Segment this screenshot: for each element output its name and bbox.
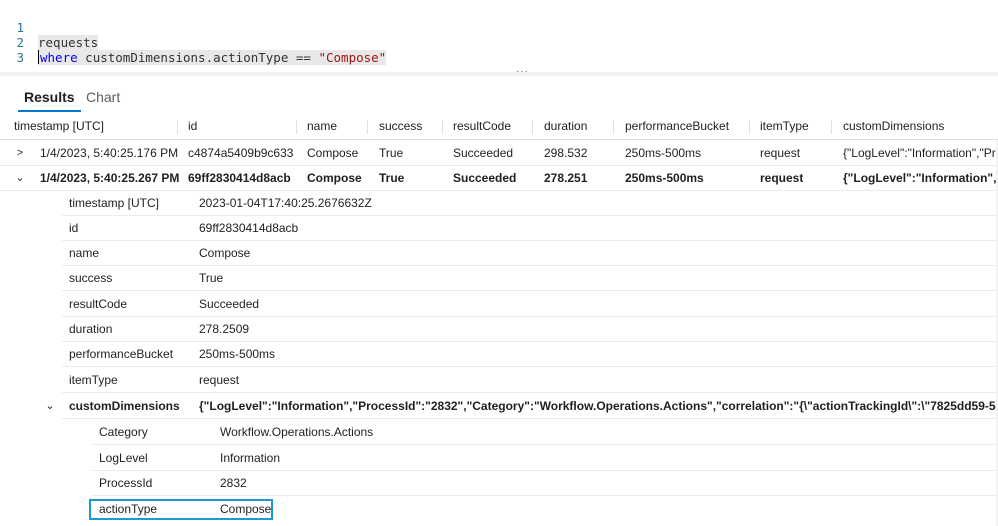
column-divider[interactable] xyxy=(613,120,614,134)
cell-performancebucket: 250ms-500ms xyxy=(625,171,704,185)
dimension-value: Information xyxy=(220,451,281,465)
row-divider xyxy=(62,290,998,291)
code-expression: customDimensions.actionType == xyxy=(77,50,319,65)
row-divider xyxy=(92,444,998,445)
column-header-duration[interactable]: duration xyxy=(544,112,587,140)
detail-key: performanceBucket xyxy=(69,347,174,361)
detail-value: 278.2509 xyxy=(199,322,250,336)
detail-row-id: id 69ff2830414d8acb xyxy=(0,216,998,241)
detail-value: 69ff2830414d8acb xyxy=(199,221,299,235)
detail-row-duration: duration 278.2509 xyxy=(0,317,998,342)
results-header: timestamp [UTC] id name success resultCo… xyxy=(0,112,998,140)
detail-key: id xyxy=(69,221,79,235)
custom-dimension-row-loglevel: LogLevel Information xyxy=(0,446,998,471)
cell-duration: 278.251 xyxy=(544,171,588,185)
chevron-down-icon[interactable]: ⌄ xyxy=(44,394,56,419)
cell-name: Compose xyxy=(307,146,359,160)
detail-row-customdimensions[interactable]: ⌄ customDimensions {"LogLevel":"Informat… xyxy=(0,394,998,419)
cell-customdimensions: {"LogLevel":"Information","ProcessId":"2… xyxy=(843,146,998,160)
detail-row-itemtype: itemType request xyxy=(0,368,998,393)
column-divider[interactable] xyxy=(177,120,178,134)
column-divider[interactable] xyxy=(442,120,443,134)
cell-timestamp: 1/4/2023, 5:40:25.267 PM xyxy=(40,171,180,185)
row-divider xyxy=(62,366,998,367)
code-line-3: 3 xyxy=(0,35,30,65)
cell-resultcode: Succeeded xyxy=(453,171,517,185)
detail-row-timestamp: timestamp [UTC] 2023-01-04T17:40:25.2676… xyxy=(0,191,998,216)
line-number: 3 xyxy=(16,50,24,65)
column-divider[interactable] xyxy=(367,120,368,134)
column-header-id[interactable]: id xyxy=(188,112,197,140)
detail-row-performancebucket: performanceBucket 250ms-500ms xyxy=(0,342,998,367)
detail-key: name xyxy=(69,246,100,260)
detail-value: Compose xyxy=(199,246,251,260)
column-header-name[interactable]: name xyxy=(307,112,337,140)
row-divider xyxy=(62,392,998,393)
dimension-value: 2832 xyxy=(220,476,247,490)
dimension-key: Category xyxy=(99,425,148,439)
column-divider[interactable] xyxy=(532,120,533,134)
table-row-expanded[interactable]: ⌄ 1/4/2023, 5:40:25.267 PM 69ff2830414d8… xyxy=(0,166,998,191)
pane-splitter[interactable] xyxy=(0,72,998,76)
detail-row-name: name Compose xyxy=(0,241,998,266)
column-header-resultcode[interactable]: resultCode xyxy=(453,112,511,140)
cell-success: True xyxy=(379,171,405,185)
detail-row-success: success True xyxy=(0,266,998,291)
tab-chart[interactable]: Chart xyxy=(86,88,120,108)
cell-itemtype: request xyxy=(760,146,801,160)
cell-duration: 298.532 xyxy=(544,146,588,160)
query-editor[interactable]: 1 requests 2 where customDimensions.acti… xyxy=(0,0,998,70)
tab-results[interactable]: Results xyxy=(18,88,81,112)
detail-value: {"LogLevel":"Information","ProcessId":"2… xyxy=(199,399,998,413)
column-divider[interactable] xyxy=(749,120,750,134)
detail-value: request xyxy=(199,373,240,387)
detail-key: success xyxy=(69,271,113,285)
cell-performancebucket: 250ms-500ms xyxy=(625,146,702,160)
column-header-performancebucket[interactable]: performanceBucket xyxy=(625,112,729,140)
custom-dimension-row-processid: ProcessId 2832 xyxy=(0,471,998,496)
code-text: requests xyxy=(38,35,99,50)
row-divider xyxy=(92,495,998,496)
cell-id: 69ff2830414d8acb xyxy=(188,171,291,185)
code-line-2: 2 where customDimensions.actionType == "… xyxy=(0,20,387,65)
cell-resultcode: Succeeded xyxy=(453,146,514,160)
column-header-success[interactable]: success xyxy=(379,112,422,140)
detail-key: timestamp [UTC] xyxy=(69,196,160,210)
detail-key: resultCode xyxy=(69,297,128,311)
highlight-box xyxy=(89,499,273,520)
column-divider[interactable] xyxy=(296,120,297,134)
column-divider[interactable] xyxy=(831,120,832,134)
detail-key: customDimensions xyxy=(69,399,180,413)
cell-name: Compose xyxy=(307,171,362,185)
chevron-down-icon[interactable]: ⌄ xyxy=(14,166,26,191)
code-text: where customDimensions.actionType == "Co… xyxy=(38,50,387,65)
table-row[interactable]: > 1/4/2023, 5:40:25.176 PM c4874a5409b9c… xyxy=(0,141,998,166)
splitter-grip-icon[interactable]: ··· xyxy=(516,66,529,77)
detail-value: Succeeded xyxy=(199,297,260,311)
custom-dimension-row-category: Category Workflow.Operations.Actions xyxy=(0,420,998,445)
cell-id: c4874a5409b9c633 xyxy=(188,146,294,160)
dimension-value: Workflow.Operations.Actions xyxy=(220,425,374,439)
detail-key: itemType xyxy=(69,373,118,387)
column-header-customdimensions[interactable]: customDimensions xyxy=(843,112,944,140)
text-caret xyxy=(38,50,39,64)
detail-value: 2023-01-04T17:40:25.2676632Z xyxy=(199,196,372,210)
chevron-right-icon[interactable]: > xyxy=(14,141,26,166)
dimension-key: ProcessId xyxy=(99,476,153,490)
detail-value: True xyxy=(199,271,224,285)
code-keyword: where xyxy=(40,50,78,65)
dimension-key: LogLevel xyxy=(99,451,148,465)
detail-key: duration xyxy=(69,322,113,336)
column-header-itemtype[interactable]: itemType xyxy=(760,112,809,140)
row-divider xyxy=(62,418,998,419)
cell-customdimensions: {"LogLevel":"Information","ProcessId":"2… xyxy=(843,171,998,185)
detail-value: 250ms-500ms xyxy=(199,347,276,361)
code-line-1: 1 requests xyxy=(0,5,99,50)
cell-timestamp: 1/4/2023, 5:40:25.176 PM xyxy=(40,146,179,160)
code-string: "Compose" xyxy=(318,50,387,65)
cell-itemtype: request xyxy=(760,171,804,185)
detail-row-resultcode: resultCode Succeeded xyxy=(0,292,998,317)
cell-success: True xyxy=(379,146,404,160)
column-header-timestamp[interactable]: timestamp [UTC] xyxy=(14,112,104,140)
